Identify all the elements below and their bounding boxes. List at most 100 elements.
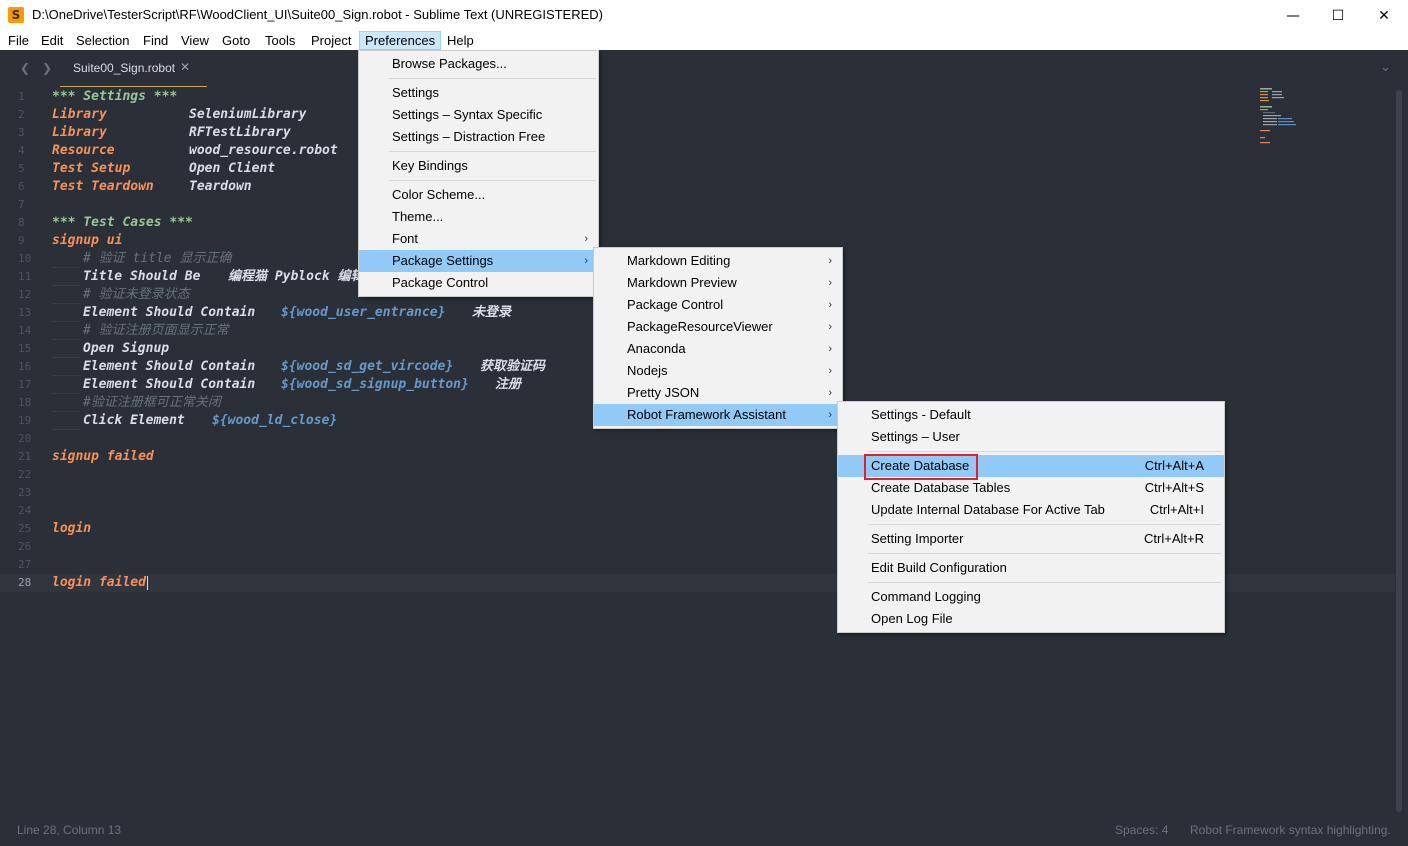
menu-label: Package Control bbox=[627, 297, 724, 312]
code-comment: #验证注册框可正常关闭 bbox=[83, 395, 221, 410]
setting-key: Test Teardown bbox=[52, 179, 154, 194]
submenu-arrow-icon: › bbox=[828, 255, 832, 267]
menu-create-database-tables[interactable]: Create Database Tables Ctrl+Alt+S bbox=[838, 477, 1224, 499]
test-case-name: login failed bbox=[52, 575, 146, 590]
menu-color-scheme[interactable]: Color Scheme... bbox=[359, 184, 598, 206]
menu-project[interactable]: Project bbox=[306, 31, 356, 50]
menu-package-settings[interactable]: Package Settings › bbox=[359, 250, 598, 272]
tab-nav-right-icon[interactable]: ❯ bbox=[42, 61, 52, 75]
menu-shortcut: Ctrl+Alt+R bbox=[1144, 531, 1204, 546]
menu-edit-build-configuration[interactable]: Edit Build Configuration bbox=[838, 557, 1224, 579]
menu-separator bbox=[389, 78, 596, 79]
indent-guide bbox=[52, 322, 80, 340]
menu-create-database[interactable]: Create Database Ctrl+Alt+A bbox=[838, 454, 1224, 480]
menu-open-log-file[interactable]: Open Log File bbox=[838, 608, 1224, 630]
tab-suite00-sign[interactable]: Suite00_Sign.robot ✕ bbox=[60, 50, 207, 87]
code-comment: # 验证未登录状态 bbox=[83, 287, 190, 302]
tab-close-icon[interactable]: ✕ bbox=[180, 60, 190, 74]
menu-package-control[interactable]: Package Control bbox=[359, 272, 598, 294]
menu-view[interactable]: View bbox=[176, 31, 214, 50]
menu-file[interactable]: File bbox=[3, 31, 34, 50]
menu-setting-importer[interactable]: Setting Importer Ctrl+Alt+R bbox=[838, 528, 1224, 550]
minimap-line bbox=[1278, 124, 1296, 126]
setting-key: Test Setup bbox=[52, 161, 131, 176]
code-line: login failed bbox=[52, 574, 148, 592]
preferences-menu: Browse Packages... Settings Settings – S… bbox=[358, 50, 599, 297]
line-number: 10 bbox=[18, 252, 32, 265]
keyword-call: Element Should Contain bbox=[83, 377, 256, 392]
menu-rfa-settings-user[interactable]: Settings – User bbox=[838, 426, 1224, 448]
menu-rfa-settings-default[interactable]: Settings - Default bbox=[838, 404, 1224, 426]
menu-update-internal-database[interactable]: Update Internal Database For Active Tab C… bbox=[838, 499, 1224, 521]
menu-tools[interactable]: Tools bbox=[260, 31, 300, 50]
tab-overflow-icon[interactable]: ⌄ bbox=[1380, 60, 1391, 75]
line-number: 22 bbox=[18, 468, 32, 481]
line-number: 5 bbox=[18, 162, 25, 175]
tab-label: Suite00_Sign.robot bbox=[73, 61, 176, 75]
sublime-app-icon: S bbox=[8, 7, 24, 23]
menu-label: Nodejs bbox=[627, 363, 668, 378]
minimize-button[interactable]: — bbox=[1270, 0, 1316, 31]
minimap-line bbox=[1263, 118, 1277, 120]
menu-help[interactable]: Help bbox=[442, 31, 479, 50]
menu-font[interactable]: Font › bbox=[359, 228, 598, 250]
maximize-button[interactable]: ☐ bbox=[1315, 0, 1361, 31]
menu-pretty-json[interactable]: Pretty JSON › bbox=[594, 382, 842, 404]
menu-settings-distraction-free[interactable]: Settings – Distraction Free bbox=[359, 126, 598, 148]
line-number: 17 bbox=[18, 378, 32, 391]
vertical-scrollbar[interactable] bbox=[1396, 90, 1402, 812]
code-line: *** Test Cases *** bbox=[52, 214, 193, 232]
close-window-button[interactable]: ✕ bbox=[1361, 0, 1407, 31]
minimap-line bbox=[1260, 100, 1269, 102]
menu-browse-packages[interactable]: Browse Packages... bbox=[359, 53, 598, 75]
indentation-status[interactable]: Spaces: 4 bbox=[1115, 823, 1168, 837]
test-case-name: signup ui bbox=[52, 233, 123, 248]
menu-robot-framework-assistant[interactable]: Robot Framework Assistant › bbox=[594, 404, 842, 426]
minimap-line bbox=[1263, 121, 1277, 123]
keyword-call: Open Signup bbox=[83, 341, 170, 356]
menu-find[interactable]: Find bbox=[138, 31, 173, 50]
menu-key-bindings[interactable]: Key Bindings bbox=[359, 155, 598, 177]
syntax-status[interactable]: Robot Framework syntax highlighting. bbox=[1190, 823, 1391, 837]
menu-edit[interactable]: Edit bbox=[36, 31, 68, 50]
menu-selection[interactable]: Selection bbox=[71, 31, 134, 50]
menu-goto[interactable]: Goto bbox=[217, 31, 255, 50]
menu-anaconda[interactable]: Anaconda › bbox=[594, 338, 842, 360]
code-comment: # 验证注册页面显示正常 bbox=[83, 323, 229, 338]
keyword-call: Element Should Contain bbox=[83, 359, 256, 374]
menu-command-logging[interactable]: Command Logging bbox=[838, 586, 1224, 608]
tab-nav-left-icon[interactable]: ❮ bbox=[20, 61, 30, 75]
minimap-line bbox=[1272, 97, 1284, 99]
submenu-arrow-icon: › bbox=[828, 321, 832, 333]
menu-shortcut: Ctrl+Alt+S bbox=[1144, 480, 1204, 495]
line-number: 1 bbox=[18, 90, 25, 103]
code-line: signup ui bbox=[52, 232, 148, 250]
menu-settings-syntax-specific[interactable]: Settings – Syntax Specific bbox=[359, 104, 598, 126]
title-bar: S D:\OneDrive\TesterScript\RF\WoodClient… bbox=[0, 0, 1408, 31]
menu-theme[interactable]: Theme... bbox=[359, 206, 598, 228]
menu-preferences[interactable]: Preferences bbox=[359, 31, 442, 50]
menu-nodejs[interactable]: Nodejs › bbox=[594, 360, 842, 382]
setting-value: wood_resource.robot bbox=[189, 143, 338, 158]
minimap[interactable] bbox=[1258, 86, 1318, 146]
menu-settings[interactable]: Settings bbox=[359, 82, 598, 104]
code-line: # 验证 title 显示正确 bbox=[52, 250, 231, 268]
line-number: 3 bbox=[18, 126, 25, 139]
menu-markdown-editing[interactable]: Markdown Editing › bbox=[594, 250, 842, 272]
menu-package-resource-viewer[interactable]: PackageResourceViewer › bbox=[594, 316, 842, 338]
indent-guide bbox=[52, 394, 80, 412]
menu-markdown-preview[interactable]: Markdown Preview › bbox=[594, 272, 842, 294]
minimap-line bbox=[1260, 109, 1268, 111]
menu-separator bbox=[868, 582, 1222, 583]
line-number: 2 bbox=[18, 108, 25, 121]
menu-package-control-settings[interactable]: Package Control › bbox=[594, 294, 842, 316]
minimap-line bbox=[1272, 91, 1282, 93]
code-content[interactable]: *** Settings *** Library SeleniumLibrary … bbox=[52, 88, 545, 592]
submenu-arrow-icon: › bbox=[584, 255, 588, 267]
line-number: 16 bbox=[18, 360, 32, 373]
code-line: Resource wood_resource.robot bbox=[52, 142, 338, 160]
minimap-line bbox=[1260, 130, 1270, 132]
